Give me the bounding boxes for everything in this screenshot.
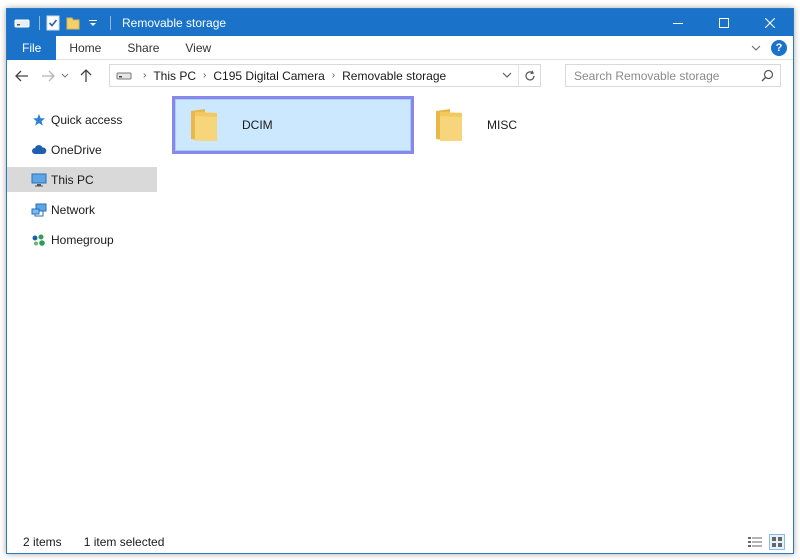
status-bar: 2 items 1 item selected (7, 531, 793, 553)
explorer-window: Removable storage File Home Share View ? (6, 8, 794, 554)
properties-check-icon[interactable] (45, 15, 61, 31)
folder-item-misc[interactable]: MISC (421, 99, 571, 151)
sidebar-item-label: OneDrive (51, 142, 102, 157)
sidebar-item-network[interactable]: Network (7, 197, 157, 222)
expand-ribbon-button[interactable] (751, 41, 761, 55)
close-icon (765, 17, 775, 28)
large-icons-view-button[interactable] (769, 534, 785, 550)
breadcrumb-separator: › (331, 70, 336, 81)
sidebar-item-label: Quick access (51, 112, 123, 127)
refresh-icon (524, 70, 535, 80)
up-button[interactable] (75, 65, 97, 87)
ribbon-right-controls: ? (751, 40, 787, 56)
close-button[interactable] (747, 9, 793, 36)
forward-button[interactable] (37, 65, 59, 87)
back-button[interactable] (11, 65, 33, 87)
monitor-icon (30, 172, 48, 188)
breadcrumb-removable-storage[interactable]: Removable storage (342, 69, 446, 83)
sidebar-item-label: Homegroup (51, 232, 114, 247)
sidebar-item-this-pc[interactable]: This PC (7, 167, 157, 192)
file-list: DCIM MISC (159, 91, 793, 527)
sidebar-item-label: This PC (51, 172, 94, 187)
chevron-down-icon (751, 45, 761, 51)
address-controls (498, 65, 540, 86)
details-view-button[interactable] (747, 534, 763, 550)
star-icon (30, 112, 48, 128)
breadcrumb-camera[interactable]: C195 Digital Camera (213, 69, 324, 83)
folder-icon (184, 105, 224, 145)
recent-locations-button[interactable] (59, 65, 71, 87)
help-button[interactable]: ? (771, 40, 787, 56)
address-bar[interactable]: › This PC › C195 Digital Camera › Remova… (109, 64, 541, 87)
tab-share[interactable]: Share (114, 36, 172, 60)
maximize-icon (719, 17, 729, 28)
maximize-button[interactable] (701, 9, 747, 36)
cloud-icon (30, 142, 48, 158)
drive-icon (116, 71, 132, 81)
new-folder-icon[interactable] (65, 15, 81, 31)
folder-item-dcim[interactable]: DCIM (172, 96, 414, 154)
drive-icon[interactable] (14, 15, 30, 31)
arrow-left-icon (15, 70, 28, 82)
search-input[interactable] (574, 68, 754, 83)
homegroup-icon (30, 232, 48, 248)
minimize-icon (673, 22, 683, 24)
search-icon[interactable] (761, 69, 774, 85)
toolbar-separator (39, 15, 40, 30)
chevron-down-icon (502, 72, 512, 78)
network-icon (30, 202, 48, 218)
arrow-right-icon (42, 70, 55, 82)
ribbon-tabs: File Home Share View ? (7, 35, 793, 60)
breadcrumb-this-pc[interactable]: This PC (153, 69, 196, 83)
navigation-bar: › This PC › C195 Digital Camera › Remova… (7, 61, 793, 91)
navigation-pane: Quick access OneDrive This PC Network Ho… (7, 91, 157, 527)
chevron-down-icon (61, 73, 69, 78)
sidebar-item-onedrive[interactable]: OneDrive (7, 137, 157, 162)
arrow-up-icon (80, 69, 92, 82)
sidebar-item-quick-access[interactable]: Quick access (7, 107, 157, 132)
search-box[interactable] (565, 64, 781, 87)
item-count: 2 items (23, 535, 62, 549)
window-title: Removable storage (122, 15, 227, 30)
large-icons-view-icon (772, 537, 782, 547)
tab-file[interactable]: File (7, 35, 57, 60)
folder-name: DCIM (242, 118, 273, 132)
tab-view[interactable]: View (172, 36, 224, 60)
breadcrumb-separator: › (143, 70, 147, 81)
refresh-button[interactable] (518, 65, 540, 86)
quick-access-toolbar (7, 9, 116, 36)
toolbar-separator (110, 15, 111, 30)
sidebar-item-label: Network (51, 202, 96, 217)
sidebar-item-homegroup[interactable]: Homegroup (7, 227, 157, 252)
customize-dropdown-icon[interactable] (85, 15, 101, 31)
minimize-button[interactable] (655, 9, 701, 36)
breadcrumb-separator: › (203, 70, 207, 81)
folder-icon (429, 105, 469, 145)
window-controls (655, 9, 793, 36)
details-view-icon (748, 537, 762, 547)
folder-name: MISC (487, 118, 517, 132)
tab-home[interactable]: Home (56, 36, 114, 60)
selection-count: 1 item selected (83, 535, 165, 549)
view-switcher (747, 534, 785, 550)
title-bar[interactable]: Removable storage (7, 9, 793, 36)
address-history-dropdown[interactable] (498, 65, 516, 86)
